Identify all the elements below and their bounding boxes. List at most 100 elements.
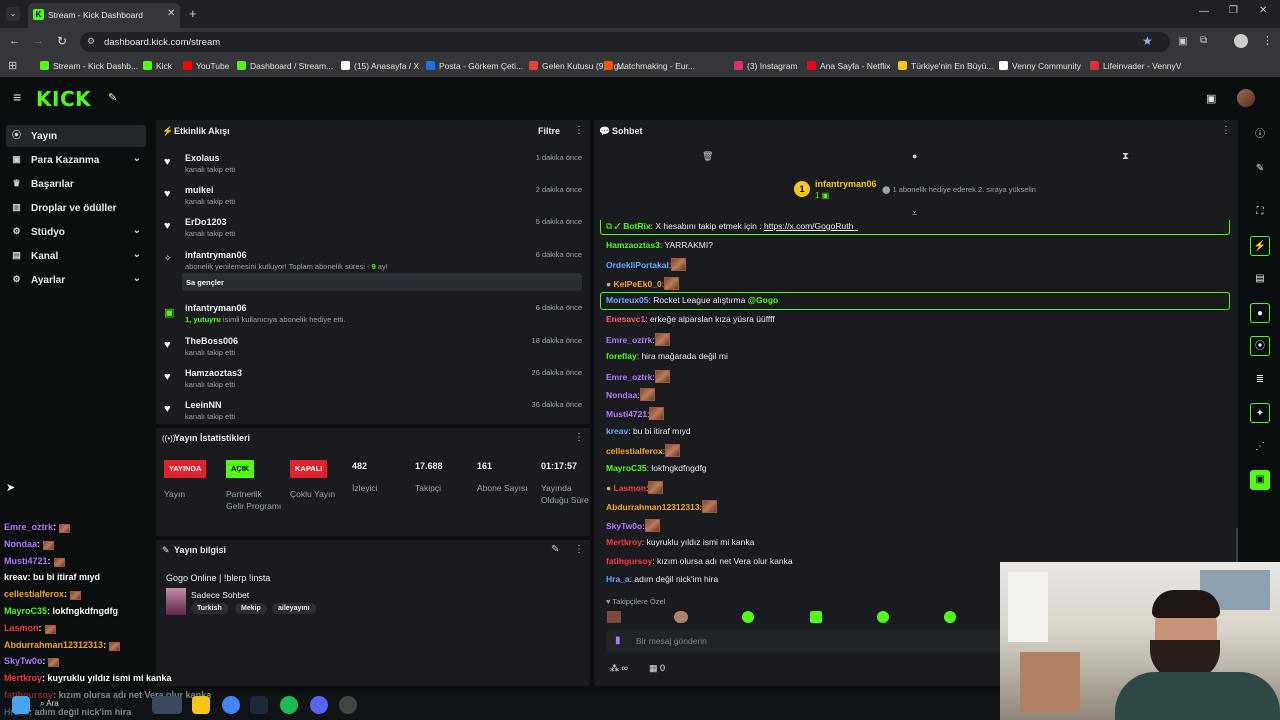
steam-icon[interactable]	[250, 696, 268, 714]
activity-username[interactable]: LeeinNN	[185, 400, 222, 410]
maximize-icon[interactable]: ❐	[1229, 5, 1238, 16]
site-info-icon[interactable]: ⚙	[87, 36, 95, 47]
bookmark-item[interactable]: Dashboard / Stream...	[237, 61, 333, 71]
chat-username[interactable]: kreav	[606, 426, 628, 436]
chat-mention[interactable]: @Gogo	[748, 295, 778, 305]
bookmark-item[interactable]: Matchmaking - Eur...	[604, 61, 695, 71]
sidebar-item-ba-ar-lar[interactable]: ♛ Başarılar	[6, 173, 146, 195]
emote-slot[interactable]	[944, 611, 956, 623]
mic-icon[interactable]: ▮	[615, 635, 621, 646]
stats-menu-icon[interactable]: ⋮	[574, 432, 584, 443]
chat-username[interactable]: BotRix	[623, 221, 650, 231]
edit-info-icon[interactable]: ✎	[551, 544, 559, 555]
chat-username[interactable]: SkyTw0o	[606, 521, 642, 531]
quick-action-icon[interactable]: ⚡	[1250, 236, 1270, 256]
emote-slot[interactable]	[607, 611, 621, 623]
chat-username[interactable]: Emre_oztrk	[606, 372, 652, 382]
chat-username[interactable]: Lasmon	[614, 483, 647, 493]
filter-button[interactable]: Filtre	[538, 126, 560, 136]
chat-username[interactable]: fatihgursoy	[606, 556, 652, 566]
camera-icon[interactable]: ▣	[1206, 92, 1216, 105]
tag-chip[interactable]: aileyayını	[272, 603, 316, 614]
taskbar-widget-icon[interactable]	[152, 696, 182, 714]
chat-username[interactable]: Morteux05	[606, 295, 649, 305]
new-tab-icon[interactable]: +	[189, 6, 197, 21]
sidebar-item-kanal[interactable]: ▤ Kanal ⌄	[6, 245, 146, 267]
chat-link[interactable]: https://x.com/GogoRuth_	[764, 221, 858, 231]
url-bar[interactable]: ⚙ dashboard.kick.com/stream ★	[80, 32, 1170, 52]
discord-icon[interactable]	[310, 696, 328, 714]
sidebar-item-ayarlar[interactable]: ⚙ Ayarlar ⌄	[6, 269, 146, 291]
puzzle-icon[interactable]: ⧉	[1200, 35, 1207, 46]
chevron-down-icon[interactable]: ⌄	[133, 273, 141, 284]
extension-icon[interactable]: ▣	[1178, 36, 1187, 47]
chat-username[interactable]: Emre_oztrk	[606, 335, 652, 345]
activity-username[interactable]: muikei	[185, 185, 214, 195]
activity-username[interactable]: ErDo1203	[185, 217, 227, 227]
chat-username[interactable]: Enesavc1	[606, 314, 645, 324]
emote-slot[interactable]	[674, 611, 688, 623]
bookmark-item[interactable]: (3) Instagram	[734, 61, 798, 71]
chat-username[interactable]: MayroC35	[606, 463, 647, 473]
pencil-icon[interactable]: ✎	[1250, 159, 1270, 179]
chat-username[interactable]: Musti4721	[606, 409, 647, 419]
activity-username[interactable]: infantryman06	[185, 303, 247, 313]
tools-icon[interactable]: ✦	[1250, 403, 1270, 423]
queue-icon[interactable]: ≣	[1250, 370, 1270, 390]
emote-slot[interactable]	[810, 611, 822, 623]
info-icon[interactable]: ⓘ	[1250, 125, 1270, 145]
chevron-down-icon[interactable]: ⌄	[133, 249, 141, 260]
info-menu-icon[interactable]: ⋮	[574, 544, 584, 555]
bookmark-star-icon[interactable]: ★	[1142, 34, 1153, 48]
bookmark-item[interactable]: Venny Community	[999, 61, 1081, 71]
chat-username[interactable]: cellestialferox	[606, 446, 663, 456]
profile-avatar[interactable]	[1234, 34, 1248, 48]
hamburger-menu-icon[interactable]: ≡	[13, 89, 21, 105]
file-explorer-icon[interactable]	[192, 696, 210, 714]
obs-icon[interactable]	[339, 696, 357, 714]
chrome-icon[interactable]	[222, 696, 240, 714]
chat-username[interactable]: foreflay	[606, 351, 637, 361]
close-tab-icon[interactable]: ✕	[167, 8, 175, 19]
bookmark-item[interactable]: Stream - Kick Dashb...	[40, 61, 138, 71]
chevron-down-icon[interactable]: ⌄	[133, 225, 141, 236]
scroll-down-icon[interactable]: ⩡	[912, 208, 917, 219]
pin-icon[interactable]: ✎	[108, 91, 117, 104]
emote-slot[interactable]	[877, 611, 889, 623]
broadcast-toggle-icon[interactable]: ⦿	[1250, 336, 1270, 356]
trash-icon[interactable]: 🗑	[702, 151, 713, 162]
add-widget-icon[interactable]: ▣	[1250, 470, 1270, 490]
activity-menu-icon[interactable]: ⋮	[574, 125, 584, 136]
hourglass-icon[interactable]: ⧗	[1122, 151, 1129, 162]
apps-grid-icon[interactable]: ⊞	[8, 59, 17, 72]
minimize-icon[interactable]: —	[1199, 6, 1209, 17]
taskbar-search[interactable]: ⌕ Ara	[40, 699, 59, 709]
activity-username[interactable]: Exolaus	[185, 153, 220, 163]
chat-username[interactable]: KelPeEk0_0	[614, 279, 662, 289]
activity-username[interactable]: Hamzaoztas3	[185, 368, 242, 378]
tag-chip[interactable]: Turkish	[191, 603, 228, 614]
chat-username[interactable]: Nondaa	[606, 390, 637, 400]
windows-start-icon[interactable]	[12, 696, 30, 714]
emote-slot[interactable]	[742, 611, 754, 623]
sidebar-item-droplar-ve-d-ller[interactable]: ▥ Droplar ve ödüller	[6, 197, 146, 219]
sidebar-item-yay-n[interactable]: ⦿ Yayın	[6, 125, 146, 147]
chat-mode-icon[interactable]: ●	[912, 151, 917, 161]
tab-search-icon[interactable]: ⌄	[6, 7, 20, 21]
activity-username[interactable]: infantryman06	[185, 250, 247, 260]
kick-logo[interactable]: KICK	[36, 87, 91, 111]
chat-menu-icon[interactable]: ⋮	[1221, 125, 1231, 136]
share-icon[interactable]: ⋰	[1250, 437, 1270, 457]
bookmark-item[interactable]: Kick	[143, 61, 172, 71]
chat-input[interactable]: ▮ Bir mesaj gönderin	[606, 630, 1006, 652]
browser-tab[interactable]: K Stream - Kick Dashboard ✕	[28, 3, 180, 28]
bookmark-item[interactable]: Posta - Görkem Çeti...	[426, 61, 523, 71]
activity-username[interactable]: TheBoss006	[185, 336, 238, 346]
bookmark-item[interactable]: YouTube	[183, 61, 229, 71]
chat-toggle-icon[interactable]: ●	[1250, 303, 1270, 323]
chat-username[interactable]: Hamzaoztas3	[606, 240, 660, 250]
chevron-down-icon[interactable]: ⌄	[133, 153, 141, 164]
window-close-icon[interactable]: ✕	[1259, 5, 1267, 16]
bookmark-item[interactable]: (15) Anasayfa / X	[341, 61, 419, 71]
browser-menu-icon[interactable]: ⋮	[1262, 34, 1273, 47]
